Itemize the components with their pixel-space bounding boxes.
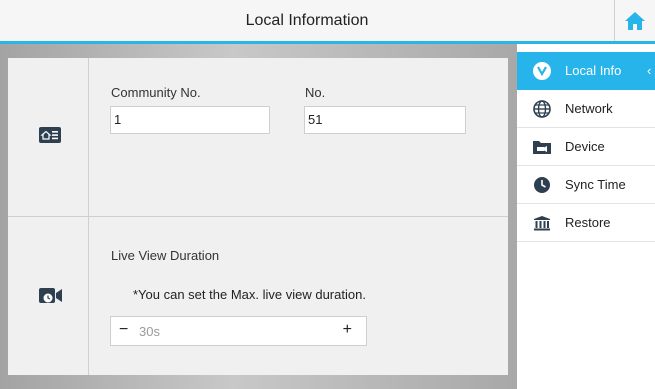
live-view-note: *You can set the Max. live view duration…: [133, 287, 366, 302]
device-icon: [531, 136, 553, 158]
home-icon: [625, 11, 645, 30]
home-button[interactable]: [614, 0, 655, 41]
camera-clock-icon: [39, 288, 62, 303]
local-info-card-icon: [39, 127, 61, 143]
local-info-icon: [531, 60, 553, 82]
sidebar-item-label: Device: [565, 139, 605, 154]
decrement-button[interactable]: −: [119, 321, 128, 339]
sync-time-icon: [531, 174, 553, 196]
community-no-field[interactable]: 1: [110, 106, 270, 134]
sidebar-item-label: Sync Time: [565, 177, 626, 192]
page-title: Local Information: [245, 12, 369, 29]
sidebar-item-label: Local Info: [565, 63, 622, 78]
sidebar: Local Info ‹ Network Device Sync Time Re…: [517, 44, 655, 389]
live-view-duration-label: Live View Duration: [111, 248, 220, 263]
sidebar-item-label: Restore: [565, 215, 611, 230]
sidebar-item-sync-time[interactable]: Sync Time: [517, 166, 655, 204]
sidebar-item-label: Network: [565, 101, 613, 116]
increment-button[interactable]: +: [343, 321, 352, 339]
network-icon: [531, 98, 553, 120]
live-view-duration-stepper[interactable]: − 30s +: [110, 316, 367, 346]
section-divider: [8, 216, 508, 217]
active-caret-icon: ‹: [647, 63, 652, 78]
sidebar-item-local-info[interactable]: Local Info ‹: [517, 52, 655, 90]
no-field[interactable]: 51: [304, 106, 466, 134]
top-bar: Local Information: [0, 0, 655, 44]
restore-icon: [531, 212, 553, 234]
sidebar-item-network[interactable]: Network: [517, 90, 655, 128]
community-no-label: Community No.: [111, 85, 201, 100]
sidebar-item-restore[interactable]: Restore: [517, 204, 655, 242]
main-panel: Community No. 1 No. 51 Live View Duratio…: [0, 44, 517, 389]
no-label: No.: [305, 85, 326, 100]
duration-value: 30s: [139, 324, 160, 339]
sidebar-item-device[interactable]: Device: [517, 128, 655, 166]
settings-card: Community No. 1 No. 51 Live View Duratio…: [8, 58, 508, 375]
